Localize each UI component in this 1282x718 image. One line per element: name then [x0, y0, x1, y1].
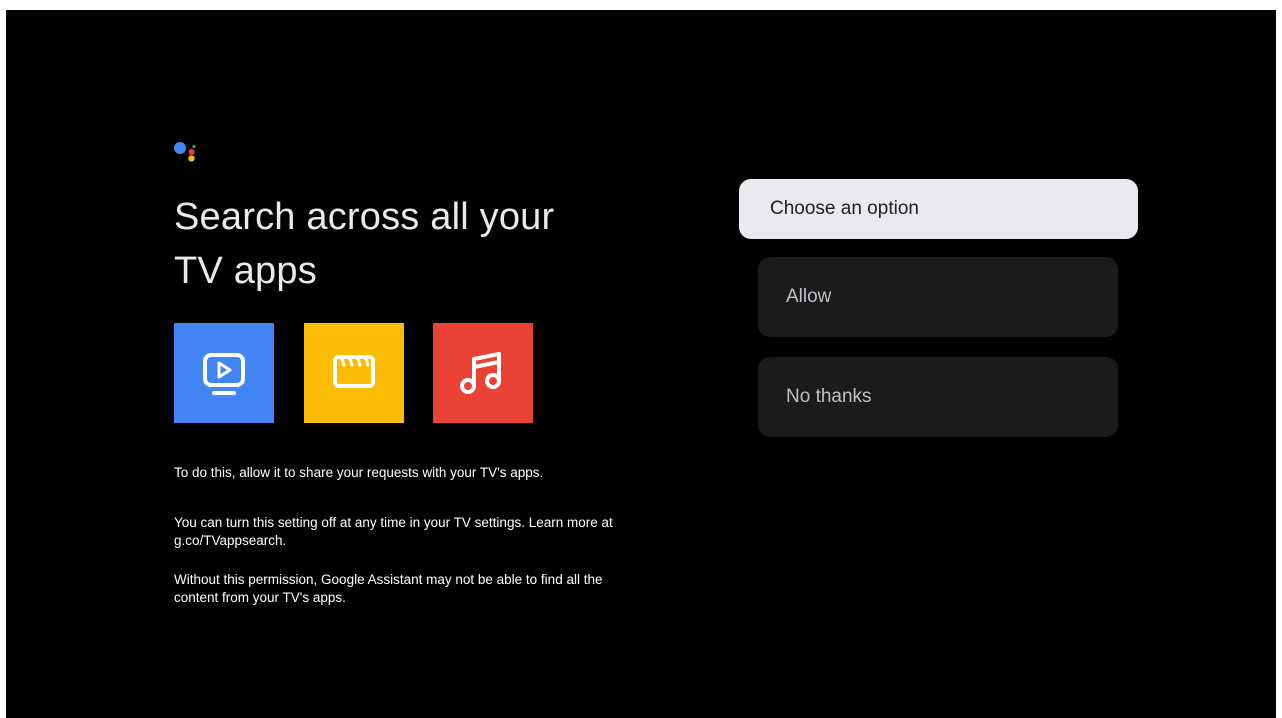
tv-app-tile	[174, 323, 274, 423]
page-title: Search across all your TV apps	[174, 190, 644, 298]
page-title-line-1: Search across all your	[174, 196, 555, 238]
google-assistant-icon	[174, 140, 214, 180]
permission-info-text: Without this permission, Google Assistan…	[174, 572, 603, 605]
setting-info-text: You can turn this setting off at any tim…	[174, 515, 613, 548]
page-title-line-2: TV apps	[174, 250, 317, 292]
share-info-text: To do this, allow it to share your reque…	[174, 465, 544, 480]
choose-option-header[interactable]: Choose an option	[739, 179, 1138, 239]
allow-button[interactable]: Allow	[758, 257, 1118, 337]
tv-screen: Search across all your TV apps To do thi…	[6, 10, 1276, 718]
music-app-tile	[433, 323, 533, 423]
movies-app-tile	[304, 323, 404, 423]
no-thanks-button[interactable]: No thanks	[758, 357, 1118, 437]
